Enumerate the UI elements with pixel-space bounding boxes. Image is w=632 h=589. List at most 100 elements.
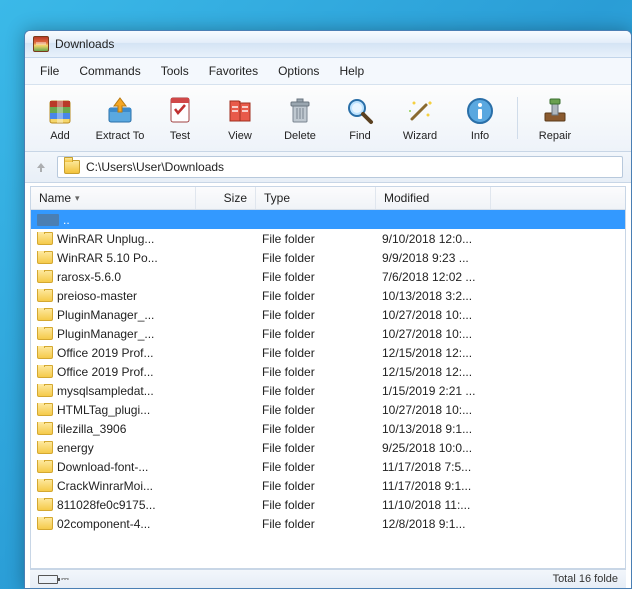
view-button[interactable]: View [213, 91, 267, 145]
folder-icon [37, 270, 53, 283]
folder-icon [37, 498, 53, 511]
table-row[interactable]: WinRAR Unplug...File folder9/10/2018 12:… [31, 229, 625, 248]
cell-name: HTMLTag_plugi... [31, 403, 196, 417]
wizard-icon [404, 95, 436, 127]
cell-type: File folder [256, 365, 376, 379]
battery-icon [38, 575, 58, 584]
cell-type: File folder [256, 327, 376, 341]
table-row[interactable]: PluginManager_...File folder10/27/2018 1… [31, 324, 625, 343]
cell-name: .. [31, 213, 196, 227]
cell-type: File folder [256, 384, 376, 398]
file-name: WinRAR 5.10 Po... [57, 251, 158, 265]
col-name[interactable]: Name ▾ [31, 187, 196, 209]
col-name-label: Name [39, 191, 71, 205]
folder-icon [37, 365, 53, 378]
table-row[interactable]: mysqlsampledat...File folder1/15/2019 2:… [31, 381, 625, 400]
find-label: Find [349, 130, 370, 142]
toolbar: Add Extract ToTestView Delete Find Wizard Inf… [25, 85, 631, 152]
winrar-icon [33, 36, 49, 52]
file-name: WinRAR Unplug... [57, 232, 154, 246]
list-header: Name ▾ Size Type Modified [31, 187, 625, 210]
cell-modified: 11/17/2018 9:1... [376, 479, 491, 493]
statusbar: ⎓ Total 16 folde [30, 569, 626, 588]
plug-icon: ⎓ [61, 574, 69, 585]
wizard-button[interactable]: Wizard [393, 91, 447, 145]
col-modified[interactable]: Modified [376, 187, 491, 209]
cell-type: File folder [256, 441, 376, 455]
cell-modified: 9/10/2018 12:0... [376, 232, 491, 246]
table-row[interactable]: filezilla_3906File folder10/13/2018 9:1.… [31, 419, 625, 438]
folder-icon [37, 460, 53, 473]
list-body[interactable]: ..WinRAR Unplug...File folder9/10/2018 1… [31, 210, 625, 568]
table-row[interactable]: 811028fe0c9175...File folder11/10/2018 1… [31, 495, 625, 514]
titlebar[interactable]: Downloads [25, 31, 631, 58]
folder-icon [37, 441, 53, 454]
col-type-label: Type [264, 191, 290, 205]
menu-help[interactable]: Help [330, 61, 373, 81]
address-box[interactable]: C:\Users\User\Downloads [57, 156, 623, 178]
delete-button[interactable]: Delete [273, 91, 327, 145]
cell-type: File folder [256, 251, 376, 265]
file-name: rarosx-5.6.0 [57, 270, 121, 284]
table-row[interactable]: PluginManager_...File folder10/27/2018 1… [31, 305, 625, 324]
info-label: Info [471, 130, 489, 142]
addressbar: C:\Users\User\Downloads [25, 152, 631, 183]
add-label: Add [50, 130, 70, 142]
toolbar-separator [517, 97, 518, 139]
info-button[interactable]: Info [453, 91, 507, 145]
folder-icon [37, 308, 53, 321]
cell-name: mysqlsampledat... [31, 384, 196, 398]
status-right: Total 16 folde [553, 573, 618, 585]
folder-icon [37, 384, 53, 397]
status-left: ⎓ [38, 574, 69, 585]
cell-modified: 11/10/2018 11:... [376, 498, 491, 512]
add-button[interactable]: Add [33, 91, 87, 145]
file-name: .. [63, 213, 70, 227]
file-name: energy [57, 441, 94, 455]
folder-icon [37, 422, 53, 435]
repair-label: Repair [539, 130, 571, 142]
test-button[interactable]: Test [153, 91, 207, 145]
table-row[interactable]: Office 2019 Prof...File folder12/15/2018… [31, 362, 625, 381]
test-icon [164, 95, 196, 127]
cell-name: filezilla_3906 [31, 422, 196, 436]
menu-options[interactable]: Options [269, 61, 328, 81]
menu-file[interactable]: File [31, 61, 68, 81]
table-row[interactable]: CrackWinrarMoi...File folder11/17/2018 9… [31, 476, 625, 495]
file-name: PluginManager_... [57, 327, 154, 341]
cell-type: File folder [256, 270, 376, 284]
folder-icon [37, 479, 53, 492]
cell-name: Office 2019 Prof... [31, 365, 196, 379]
cell-modified: 12/8/2018 9:1... [376, 517, 491, 531]
menu-commands[interactable]: Commands [70, 61, 149, 81]
menu-favorites[interactable]: Favorites [200, 61, 267, 81]
repair-button[interactable]: Repair [528, 91, 582, 145]
delete-label: Delete [284, 130, 316, 142]
file-name: mysqlsampledat... [57, 384, 154, 398]
cell-modified: 10/13/2018 9:1... [376, 422, 491, 436]
cell-modified: 12/15/2018 12:... [376, 346, 491, 360]
cell-type: File folder [256, 498, 376, 512]
table-row[interactable]: HTMLTag_plugi...File folder10/27/2018 10… [31, 400, 625, 419]
table-row[interactable]: WinRAR 5.10 Po...File folder9/9/2018 9:2… [31, 248, 625, 267]
table-row[interactable]: Office 2019 Prof...File folder12/15/2018… [31, 343, 625, 362]
table-row[interactable]: Download-font-...File folder11/17/2018 7… [31, 457, 625, 476]
col-type[interactable]: Type [256, 187, 376, 209]
cell-type: File folder [256, 460, 376, 474]
file-name: preioso-master [57, 289, 137, 303]
up-arrow-icon[interactable] [33, 159, 49, 175]
table-row[interactable]: preioso-masterFile folder10/13/2018 3:2.… [31, 286, 625, 305]
add-icon [44, 95, 76, 127]
file-name: 02component-4... [57, 517, 150, 531]
table-row[interactable]: .. [31, 210, 625, 229]
find-button[interactable]: Find [333, 91, 387, 145]
table-row[interactable]: 02component-4...File folder12/8/2018 9:1… [31, 514, 625, 533]
wizard-label: Wizard [403, 130, 437, 142]
folder-icon [37, 232, 53, 245]
cell-type: File folder [256, 479, 376, 493]
menu-tools[interactable]: Tools [152, 61, 198, 81]
extract-button[interactable]: Extract To [93, 91, 147, 145]
table-row[interactable]: rarosx-5.6.0File folder7/6/2018 12:02 ..… [31, 267, 625, 286]
col-size[interactable]: Size [196, 187, 256, 209]
table-row[interactable]: energyFile folder9/25/2018 10:0... [31, 438, 625, 457]
